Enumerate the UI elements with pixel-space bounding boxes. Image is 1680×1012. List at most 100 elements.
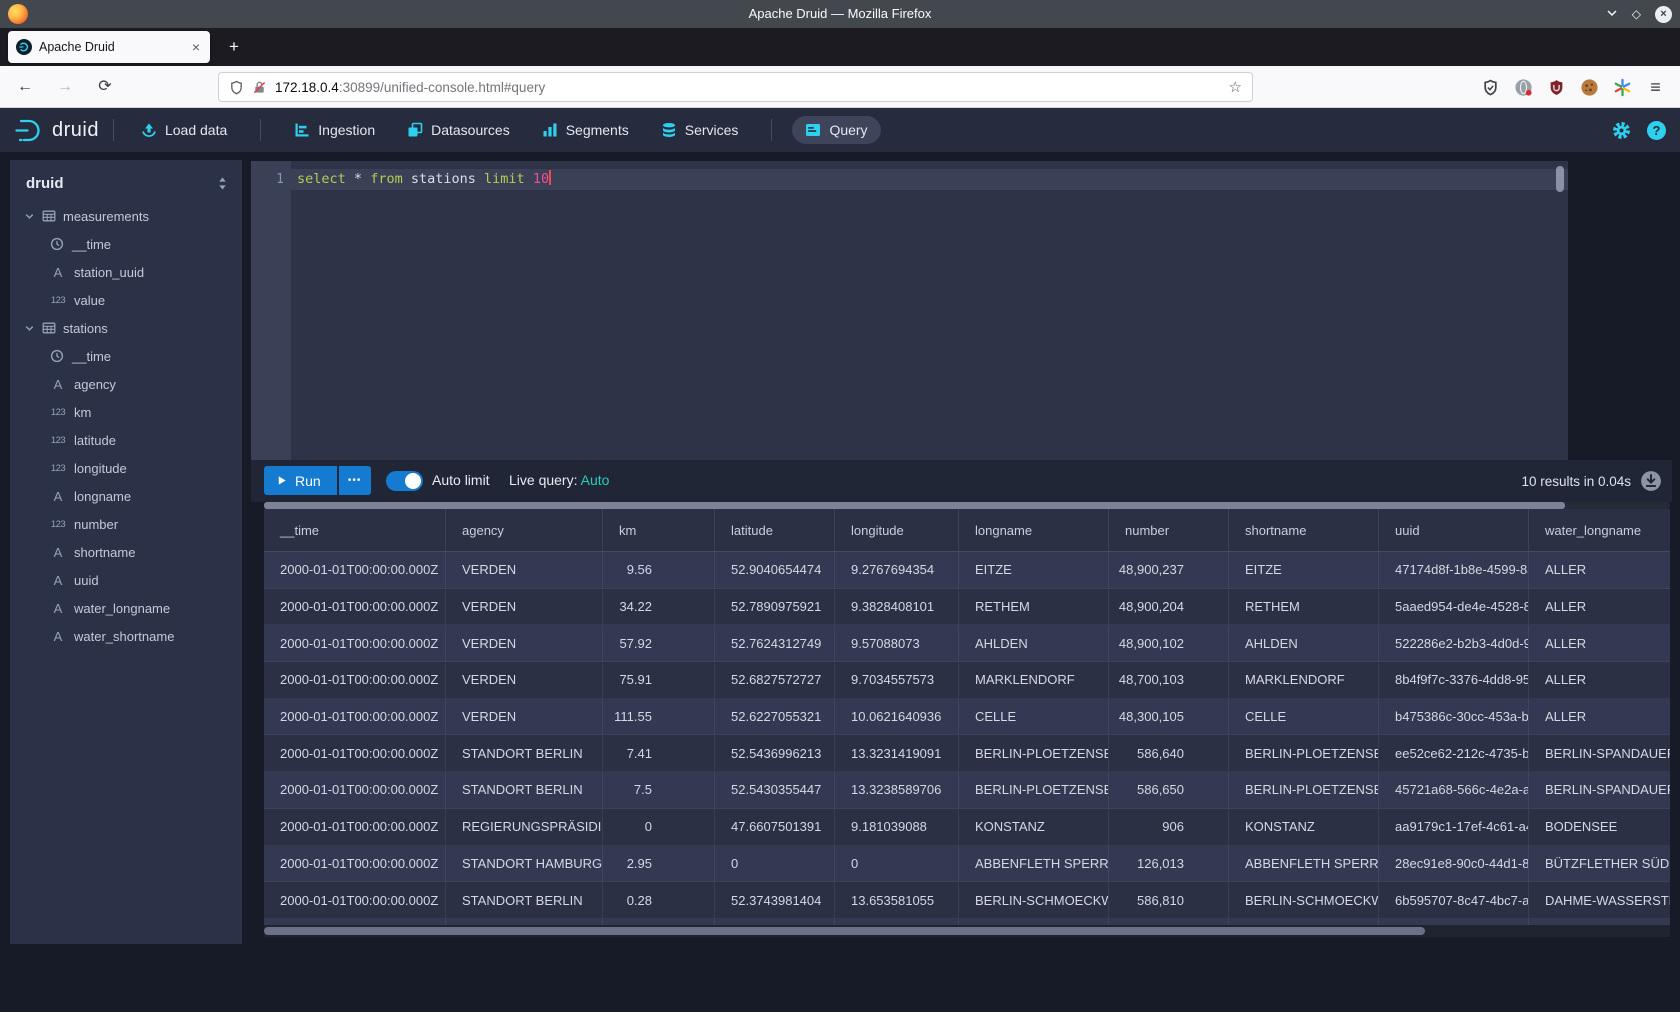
maximize-icon[interactable]: ◇	[1632, 8, 1641, 20]
tree-table-measurements[interactable]: measurements	[10, 202, 242, 230]
tree-column-stations-km[interactable]: 123km	[10, 398, 242, 426]
gear-icon[interactable]	[1612, 121, 1631, 140]
tree-column-measurements-station-uuid[interactable]: Astation_uuid	[10, 258, 242, 286]
help-icon[interactable]: ?	[1647, 121, 1666, 140]
number-type-icon: 123	[50, 407, 66, 418]
tree-table-stations[interactable]: stations	[10, 314, 242, 342]
druid-logo-icon	[14, 117, 44, 143]
table-cell: 13.653581055	[835, 882, 959, 918]
tree-column-stations-number[interactable]: 123number	[10, 510, 242, 538]
new-tab-button[interactable]: +	[222, 35, 246, 59]
run-more-button[interactable]: •••	[339, 466, 371, 495]
insecure-lock-icon[interactable]	[252, 80, 267, 95]
table-cell: AHLDEN	[959, 625, 1109, 661]
bookmark-star-icon[interactable]: ☆	[1229, 78, 1242, 96]
run-button[interactable]: Run	[264, 466, 337, 495]
nav-item-load-data[interactable]: Load data	[128, 116, 240, 144]
column-header-latitude[interactable]: latitude	[715, 509, 835, 551]
pane-splitter[interactable]	[264, 502, 1565, 509]
table-cell: 52.6827572727	[715, 662, 835, 698]
extension-circle-icon[interactable]	[1513, 77, 1534, 98]
browser-tab[interactable]: Apache Druid ×	[8, 31, 210, 63]
tree-column-stations-latitude[interactable]: 123latitude	[10, 426, 242, 454]
schema-browser: druid measurements__timeAstation_uuid123…	[10, 160, 242, 944]
tree-column-stations-longitude[interactable]: 123longitude	[10, 454, 242, 482]
url-bar[interactable]: 172.18.0.4:30899/unified-console.html#qu…	[218, 72, 1253, 102]
table-cell: 126,013	[1109, 846, 1229, 882]
tree-column-measurements-value[interactable]: 123value	[10, 286, 242, 314]
live-query-label: Live query: Auto	[509, 472, 609, 488]
auto-limit-toggle[interactable]	[386, 471, 423, 491]
results-hscrollbar-thumb[interactable]	[264, 927, 1425, 935]
table-cell: 586,810	[1109, 882, 1229, 918]
tracking-protection-shield-icon[interactable]	[229, 80, 244, 95]
string-type-icon: A	[50, 265, 66, 280]
nav-item-services[interactable]: Services	[648, 116, 752, 144]
table-cell: 9.3828408101	[835, 589, 959, 625]
table-cell: 52.5436996213	[715, 735, 835, 771]
load-data-icon	[141, 122, 157, 138]
reload-button[interactable]: ⟳	[92, 74, 118, 100]
string-type-icon: A	[50, 573, 66, 588]
table-cell: BERLIN-PLOETZENSEE O	[1229, 735, 1379, 771]
column-header-water-longname[interactable]: water_longname	[1529, 509, 1670, 551]
tree-column-stations-water-shortname[interactable]: Awater_shortname	[10, 622, 242, 650]
table-cell: STANDORT BERLIN	[446, 772, 603, 808]
tree-column-stations-uuid[interactable]: Auuid	[10, 566, 242, 594]
druid-logo[interactable]: druid	[14, 117, 99, 143]
tree-column-stations-shortname[interactable]: Ashortname	[10, 538, 242, 566]
table-cell: ALLER	[1529, 699, 1670, 735]
table-cell: 52.5430355447	[715, 772, 835, 808]
nav-item-datasources[interactable]: Datasources	[394, 116, 523, 144]
tree-column-stations-longname[interactable]: Alongname	[10, 482, 242, 510]
column-header-number[interactable]: number	[1109, 509, 1229, 551]
nav-item-ingestion[interactable]: Ingestion	[281, 116, 388, 144]
chevron-down-icon	[24, 211, 35, 222]
tab-close-icon[interactable]: ×	[190, 39, 202, 55]
menu-icon[interactable]: ≡	[1645, 77, 1666, 98]
table-cell: ABBENFLETH SPERRWEI	[1229, 846, 1379, 882]
tree-column-stations--time[interactable]: __time	[10, 342, 242, 370]
url-path: :30899/unified-console.html#query	[339, 80, 545, 95]
column-name: number	[74, 517, 118, 532]
column-header-longname[interactable]: longname	[959, 509, 1109, 551]
column-header-uuid[interactable]: uuid	[1379, 509, 1529, 551]
url-host: 172.18.0.4	[275, 80, 339, 95]
back-button[interactable]: ←	[12, 74, 38, 100]
table-row: 2000-01-01T00:00:00.000ZSTANDORT BERLIN7…	[264, 735, 1670, 772]
forward-button[interactable]: →	[52, 74, 78, 100]
column-header--time[interactable]: __time	[264, 509, 446, 551]
column-header-shortname[interactable]: shortname	[1229, 509, 1379, 551]
extension-shield-icon[interactable]	[1480, 77, 1501, 98]
extension-pinwheel-icon[interactable]	[1612, 77, 1633, 98]
table-cell: 8b4f9f7c-3376-4dd8-95c	[1379, 662, 1529, 698]
window-close-icon[interactable]: ×	[1655, 6, 1672, 23]
cookie-icon[interactable]	[1579, 77, 1600, 98]
tree-column-stations-agency[interactable]: Aagency	[10, 370, 242, 398]
live-query-value[interactable]: Auto	[581, 472, 610, 488]
query-editor[interactable]: 1 select * from stations limit 10	[251, 161, 1568, 460]
url-text[interactable]: 172.18.0.4:30899/unified-console.html#qu…	[275, 80, 1229, 95]
nav-item-segments[interactable]: Segments	[529, 116, 642, 144]
table-cell: 75.91	[603, 662, 715, 698]
tree-column-stations-water-longname[interactable]: Awater_longname	[10, 594, 242, 622]
tree-column-measurements--time[interactable]: __time	[10, 230, 242, 258]
druid-navbar: druid Load data IngestionDatasourcesSegme…	[0, 108, 1680, 152]
nav-item-query[interactable]: Query	[792, 116, 880, 144]
table-cell: EITZE	[1229, 552, 1379, 588]
column-header-longitude[interactable]: longitude	[835, 509, 959, 551]
editor-scrollbar-thumb[interactable]	[1556, 166, 1564, 192]
double-caret-sort-icon[interactable]	[217, 176, 228, 195]
table-cell: 48,900,102	[1109, 625, 1229, 661]
download-icon[interactable]	[1640, 470, 1662, 492]
column-header-agency[interactable]: agency	[446, 509, 603, 551]
ublock-icon[interactable]	[1546, 77, 1567, 98]
column-header-km[interactable]: km	[603, 509, 715, 551]
table-cell: ALLER	[1529, 625, 1670, 661]
table-cell: 2000-01-01T00:00:00.000Z	[264, 662, 446, 698]
table-cell: 9.7034557573	[835, 662, 959, 698]
table-cell: BERLIN-PLOETZENSEE U	[1229, 772, 1379, 808]
chevron-down-icon[interactable]	[1606, 8, 1618, 20]
window-title: Apache Druid — Mozilla Firefox	[0, 0, 1680, 28]
sql-code-line[interactable]: select * from stations limit 10	[297, 169, 551, 190]
